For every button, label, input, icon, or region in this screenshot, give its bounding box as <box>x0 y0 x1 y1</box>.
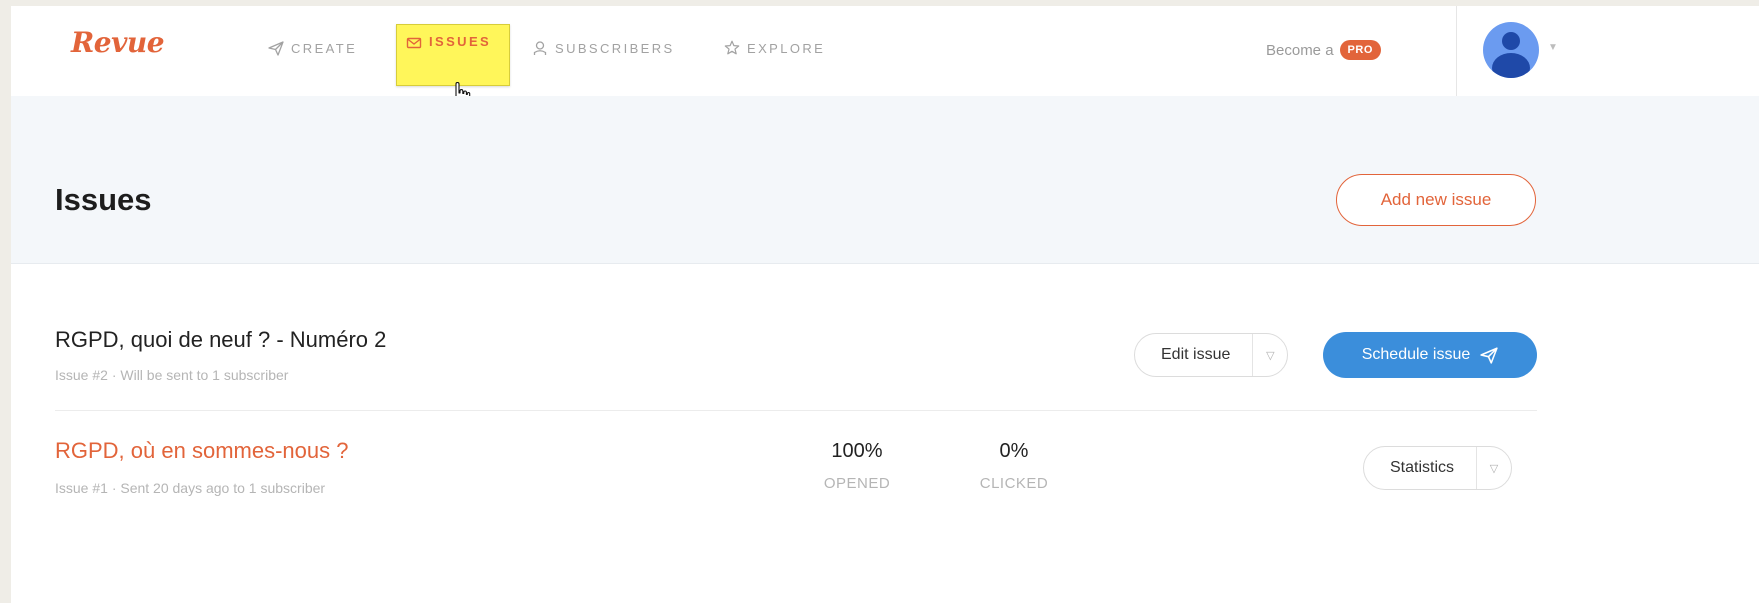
pro-badge: PRO <box>1339 40 1381 60</box>
schedule-issue-label: Schedule issue <box>1361 346 1471 363</box>
opened-label: OPENED <box>823 475 891 492</box>
page-header: Issues Add new issue <box>11 96 1759 264</box>
envelope-icon <box>405 34 423 52</box>
nav-create[interactable]: CREATE <box>267 34 357 62</box>
page-title: Issues <box>55 182 152 217</box>
top-navigation-bar: Revue CREATE ISSUES SUBSCRIBERS EXPLORE <box>11 6 1759 110</box>
star-icon <box>723 39 741 57</box>
become-pro-link[interactable]: Become a PRO <box>1266 40 1381 60</box>
issue-title[interactable]: RGPD, quoi de neuf ? - Numéro 2 <box>55 327 386 353</box>
chevron-down-icon[interactable]: ▽ <box>1253 334 1287 376</box>
nav-create-label: CREATE <box>291 40 358 56</box>
chevron-down-icon[interactable]: ▼ <box>1548 42 1558 53</box>
edit-issue-button[interactable]: Edit issue <box>1135 334 1254 376</box>
user-icon <box>531 39 549 57</box>
chevron-down-icon[interactable]: ▽ <box>1477 447 1511 489</box>
nav-issues[interactable]: ISSUES <box>396 24 510 86</box>
issue-meta: Issue #2 · Will be sent to 1 subscriber <box>55 367 289 383</box>
edit-issue-split-button: Edit issue ▽ <box>1134 333 1289 377</box>
statistics-split-button: Statistics ▽ <box>1363 446 1513 490</box>
statistics-button[interactable]: Statistics <box>1364 447 1478 489</box>
clicked-value: 0% <box>999 440 1029 462</box>
opened-stat: 100% OPENED <box>797 440 917 492</box>
clicked-label: CLICKED <box>979 475 1049 492</box>
issue-meta: Issue #1 · Sent 20 days ago to 1 subscri… <box>55 480 326 496</box>
user-avatar-icon[interactable] <box>1483 22 1539 78</box>
nav-subscribers-label: SUBSCRIBERS <box>555 40 675 56</box>
schedule-issue-button[interactable]: Schedule issue <box>1323 332 1537 378</box>
issue-title[interactable]: RGPD, où en sommes-nous ? <box>55 438 348 464</box>
revue-logo[interactable]: Revue <box>71 26 165 59</box>
app-window: Revue CREATE ISSUES SUBSCRIBERS EXPLORE <box>11 6 1759 603</box>
topbar-divider <box>1456 6 1457 96</box>
nav-subscribers[interactable]: SUBSCRIBERS <box>531 34 675 62</box>
opened-value: 100% <box>831 440 883 462</box>
clicked-stat: 0% CLICKED <box>954 440 1074 492</box>
add-new-issue-button[interactable]: Add new issue <box>1336 174 1536 226</box>
paper-plane-icon <box>1480 347 1498 364</box>
row-divider <box>55 410 1537 411</box>
become-label: Become a <box>1266 41 1334 59</box>
nav-issues-label: ISSUES <box>429 34 492 49</box>
paper-plane-icon <box>267 39 285 57</box>
nav-explore-label: EXPLORE <box>747 40 826 56</box>
nav-explore[interactable]: EXPLORE <box>723 34 825 62</box>
